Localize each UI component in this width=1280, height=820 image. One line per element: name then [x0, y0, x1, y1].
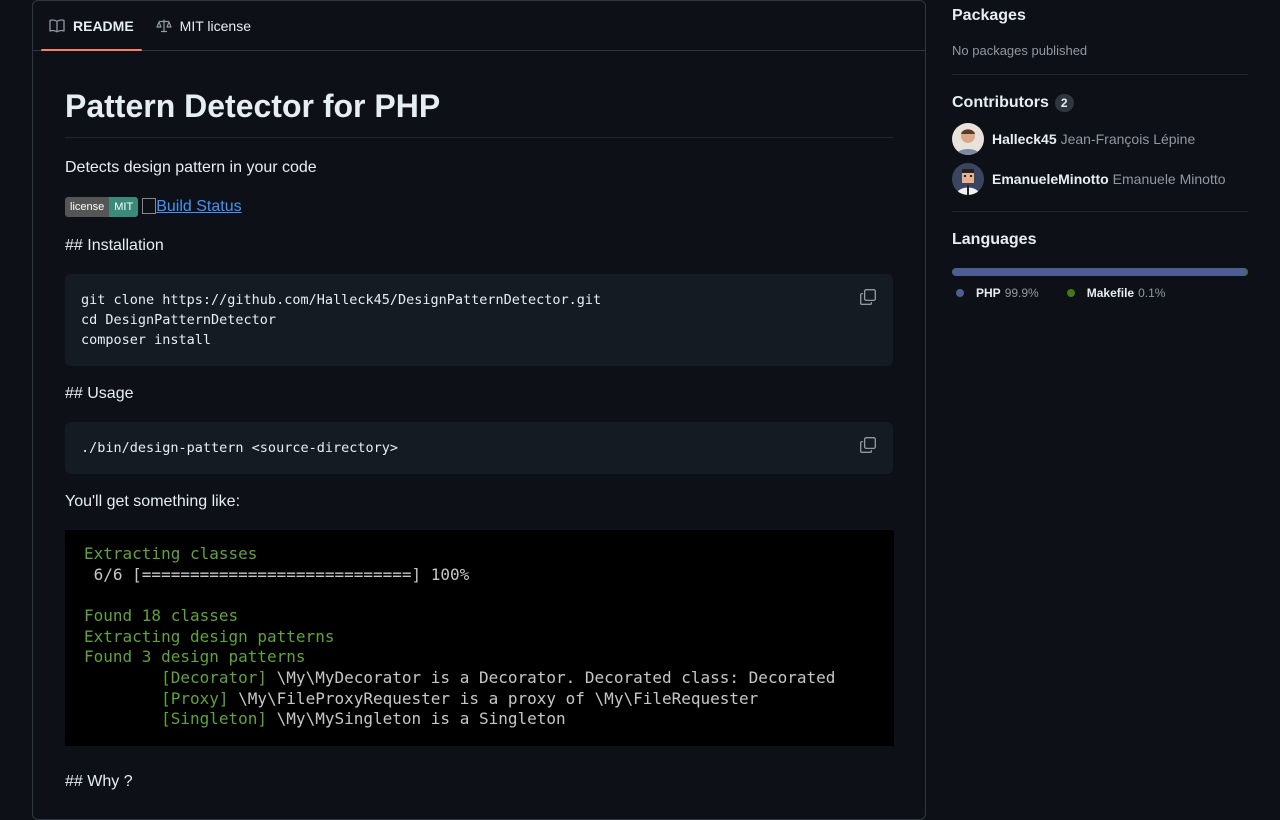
install-code: git clone https://github.com/Halleck45/D… [81, 292, 602, 349]
language-dot [1066, 289, 1075, 297]
tab-license[interactable]: MIT license [148, 1, 259, 50]
copy-icon[interactable] [859, 436, 877, 454]
terminal-line: Found 3 design patterns [84, 647, 306, 667]
languages-title: Languages [952, 231, 1248, 249]
packages-title[interactable]: Packages [952, 7, 1248, 25]
languages-title-text: Languages [952, 231, 1037, 248]
language-percent: 0.1% [1138, 286, 1166, 300]
scale-icon [156, 19, 172, 32]
packages-title-text: Packages [952, 7, 1026, 24]
terminal-tag: [Proxy] [161, 688, 229, 708]
usage-code-block: ./bin/design-pattern <source-directory> [65, 422, 893, 475]
language-bar [952, 268, 1248, 276]
book-icon [49, 18, 65, 32]
terminal-line: Extracting design patterns [84, 626, 335, 646]
contributors-title-text: Contributors [952, 94, 1049, 111]
terminal-line: 6/6 [============================] 100% [84, 564, 470, 584]
license-badge-right: MIT [109, 197, 139, 218]
why-heading: ## Why ? [65, 773, 133, 791]
language-list: PHP 99.9% Makefile 0.1% [952, 286, 1248, 300]
build-status-badge[interactable]: Build Status [142, 198, 242, 216]
readme-description: Detects design pattern in your code [65, 159, 317, 177]
usage-heading: ## Usage [65, 385, 134, 403]
language-name: PHP [976, 286, 1001, 300]
installation-heading: ## Installation [65, 237, 164, 255]
contributor-item[interactable]: EmanueleMinotto Emanuele Minotto [952, 163, 1248, 195]
language-bar-segment [952, 268, 1246, 276]
language-item[interactable]: Makefile 0.1% [1063, 286, 1166, 300]
readme-title: Pattern Detector for PHP [65, 87, 893, 139]
readme-tabs: README MIT license [33, 1, 925, 51]
language-percent: 99.9% [1004, 286, 1039, 300]
contributor-name: Emanuele Minotto [1112, 171, 1226, 187]
terminal-tag: [Singleton] [161, 709, 268, 729]
usage-code: ./bin/design-pattern <source-directory> [81, 440, 398, 457]
terminal-line: Found 18 classes [84, 606, 239, 626]
broken-image-icon [142, 198, 157, 215]
contributors-section: Contributors 2 Halleck45 Jean-François L… [952, 75, 1248, 212]
terminal-screenshot: Extracting classes 6/6 [================… [65, 530, 894, 747]
terminal-text: \My\MyDecorator is a Decorator. Decorate… [267, 667, 836, 687]
badges-row: license MIT Build Status [65, 196, 893, 218]
install-code-block: git clone https://github.com/Halleck45/D… [65, 274, 893, 367]
copy-icon[interactable] [859, 288, 877, 306]
terminal-line: Extracting classes [84, 544, 258, 564]
contributors-count: 2 [1054, 94, 1074, 112]
language-item[interactable]: PHP 99.9% [952, 286, 1039, 300]
avatar[interactable] [952, 123, 984, 155]
packages-section: Packages No packages published [952, 0, 1248, 75]
readme-panel: README MIT license Pattern Detector for … [32, 0, 926, 820]
languages-section: Languages PHP 99.9% Makefile 0.1% [952, 212, 1248, 316]
terminal-text: \My\FileProxyRequester is a proxy of \My… [228, 688, 759, 708]
readme-content: Pattern Detector for PHP Detects design … [33, 87, 925, 794]
contributor-login[interactable]: EmanueleMinotto [992, 171, 1109, 187]
language-bar-segment [1246, 268, 1248, 276]
license-badge-left: license [65, 197, 110, 218]
tab-readme[interactable]: README [41, 1, 142, 51]
tab-license-label: MIT license [179, 17, 251, 34]
contributor-name: Jean-François Lépine [1060, 131, 1196, 147]
contributor-login[interactable]: Halleck45 [992, 131, 1057, 147]
license-badge[interactable]: license MIT [65, 197, 139, 218]
output-intro: You'll get something like: [65, 493, 241, 511]
build-status-link[interactable]: Build Status [156, 198, 241, 216]
terminal-tag: [Decorator] [161, 667, 268, 687]
terminal-text: \My\MySingleton is a Singleton [267, 709, 566, 729]
language-name: Makefile [1086, 286, 1135, 300]
contributors-title[interactable]: Contributors 2 [952, 94, 1248, 112]
avatar[interactable] [952, 163, 984, 195]
sidebar: Packages No packages published Contribut… [952, 0, 1248, 316]
contributor-item[interactable]: Halleck45 Jean-François Lépine [952, 123, 1248, 155]
packages-empty: No packages published [952, 43, 1088, 58]
tab-readme-label: README [73, 17, 134, 34]
language-dot [956, 289, 964, 297]
